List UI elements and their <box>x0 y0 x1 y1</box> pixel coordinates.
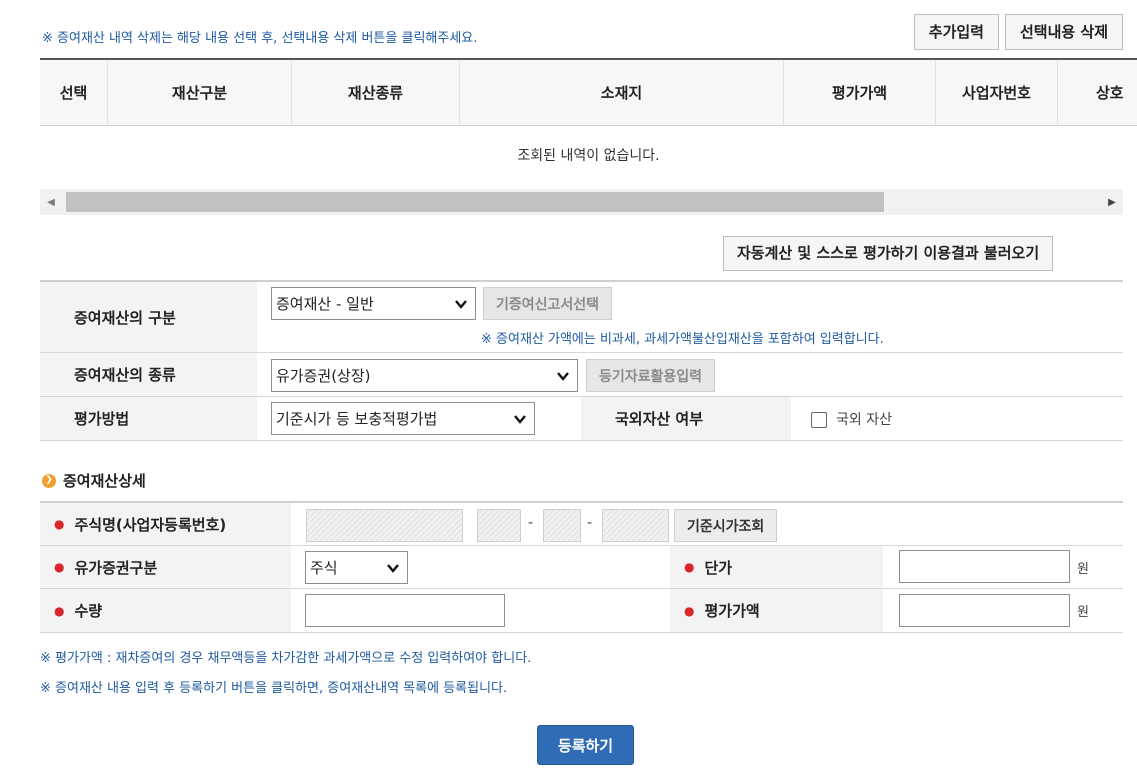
column-header-location: 소재지 <box>460 60 784 125</box>
business-no-part3-input <box>602 509 669 542</box>
required-asterisk-icon: ● <box>54 517 65 531</box>
add-entry-button[interactable]: 추가입력 <box>913 14 999 50</box>
quantity-label-cell: ● 수량 <box>40 589 291 632</box>
eval-amount-label: 평가가액 <box>704 602 760 620</box>
gift-asset-class-select[interactable]: 증여재산 - 일반 <box>271 287 476 320</box>
delete-selected-button[interactable]: 선택내용 삭제 <box>1004 14 1123 50</box>
eval-amount-won-unit: 원 <box>1077 605 1089 620</box>
business-no-dash-2: - <box>587 515 593 531</box>
stock-name-label: 주식명(사업자등록번호) <box>74 515 227 534</box>
gift-asset-class-label: 증여재산의 구분 <box>40 282 257 352</box>
register-footnote: ※ 증여재산 내용 입력 후 등록하기 버튼을 클릭하면, 증여재산내역 목록에… <box>40 681 508 696</box>
gift-asset-detail-title: ❯ 증여재산상세 <box>42 470 146 491</box>
required-asterisk-icon: ● <box>684 603 695 618</box>
eval-amount-input[interactable] <box>899 594 1070 627</box>
security-type-select[interactable]: 주식 <box>305 551 408 584</box>
overseas-asset-checkbox-label: 국외 자산 <box>836 412 892 428</box>
business-no-part1-input <box>477 509 521 542</box>
column-header-company-name: 상호 <box>1058 60 1137 125</box>
register-button[interactable]: 등록하기 <box>537 725 634 765</box>
eval-amount-footnote: ※ 평가가액 : 재차증여의 경우 채무액등을 차가감한 과세가액으로 수정 입… <box>40 651 532 666</box>
column-header-eval-amount: 평가가액 <box>784 60 936 125</box>
gift-asset-class-row: 증여재산의 구분 증여재산 - 일반 기증여신고서선택 ※ 증여재산 가액에는 … <box>40 280 1123 353</box>
required-asterisk-icon: ● <box>684 560 695 574</box>
grid-horizontal-scrollbar[interactable]: ◀ ▶ <box>40 189 1123 215</box>
grid-empty-message: 조회된 내역이 없습니다. <box>517 148 660 164</box>
unit-price-label-cell: ● 단가 <box>670 546 883 588</box>
column-header-asset-kind: 재산종류 <box>292 60 460 125</box>
standard-price-lookup-button[interactable]: 기준시가조회 <box>674 509 778 542</box>
scroll-left-arrow-icon[interactable]: ◀ <box>40 189 62 215</box>
quantity-input[interactable] <box>305 594 505 627</box>
eval-method-label: 평가방법 <box>40 397 257 440</box>
scrollbar-thumb[interactable] <box>66 192 884 212</box>
stock-name-label-cell: ● 주식명(사업자등록번호) <box>40 503 291 545</box>
business-no-dash-1: - <box>528 515 534 531</box>
registry-data-input-button[interactable]: 등기자료활용입력 <box>586 359 716 392</box>
gift-value-inclusion-note: ※ 증여재산 가액에는 비과세, 과세가액불산입재산을 포함하여 입력합니다. <box>481 332 884 347</box>
eval-method-row: 평가방법 기준시가 등 보충적평가법 국외자산 여부 <box>40 397 1123 441</box>
security-type-row: ● 유가증권구분 주식 ● 단가 원 <box>40 546 1123 589</box>
gift-asset-kind-select-wrap[interactable]: 유가증권(상장) <box>271 359 578 392</box>
overseas-asset-label: 국외자산 여부 <box>581 397 791 440</box>
scroll-right-arrow-icon[interactable]: ▶ <box>1101 189 1123 215</box>
unit-price-won-unit: 원 <box>1077 562 1089 577</box>
required-asterisk-icon: ● <box>54 603 65 618</box>
security-type-label: 유가증권구분 <box>74 558 158 577</box>
column-header-select: 선택 <box>40 60 108 125</box>
delete-instruction-note: ※ 증여재산 내역 삭제는 해당 내용 선택 후, 선택내용 삭제 버튼을 클릭… <box>42 31 478 46</box>
required-asterisk-icon: ● <box>54 560 65 574</box>
gift-asset-kind-label: 증여재산의 종류 <box>40 353 257 396</box>
quantity-row: ● 수량 ● 평가가액 원 <box>40 589 1123 633</box>
business-no-part2-input <box>543 509 581 542</box>
security-type-label-cell: ● 유가증권구분 <box>40 546 291 588</box>
overseas-asset-checkbox[interactable] <box>811 412 827 428</box>
gift-asset-detail-title-text: 증여재산상세 <box>63 472 146 490</box>
bullet-circle-icon: ❯ <box>42 473 56 488</box>
unit-price-label: 단가 <box>704 558 733 577</box>
gift-asset-class-select-wrap[interactable]: 증여재산 - 일반 <box>271 287 476 320</box>
quantity-label: 수량 <box>74 602 103 620</box>
unit-price-input[interactable] <box>899 550 1070 583</box>
stock-name-input <box>306 509 463 542</box>
column-header-asset-class: 재산구분 <box>108 60 292 125</box>
gift-asset-kind-select[interactable]: 유가증권(상장) <box>271 359 578 392</box>
load-auto-calc-results-button[interactable]: 자동계산 및 스스로 평가하기 이용결과 불러오기 <box>723 236 1054 271</box>
column-header-business-no: 사업자번호 <box>936 60 1058 125</box>
eval-method-select-wrap[interactable]: 기준시가 등 보충적평가법 <box>271 402 535 435</box>
security-type-select-wrap[interactable]: 주식 <box>305 551 408 584</box>
grid-toolbar: 추가입력 선택내용 삭제 <box>913 14 1123 50</box>
eval-method-select[interactable]: 기준시가 등 보충적평가법 <box>271 402 535 435</box>
asset-grid-header: 선택 재산구분 재산종류 소재지 평가가액 사업자번호 상호 <box>40 58 1137 126</box>
prior-gift-report-select-button[interactable]: 기증여신고서선택 <box>483 287 613 320</box>
stock-name-row: ● 주식명(사업자등록번호) - - 기준시가조회 <box>40 501 1123 546</box>
eval-amount-label-cell: ● 평가가액 <box>670 589 883 632</box>
gift-asset-kind-row: 증여재산의 종류 유가증권(상장) 등기자료활용입력 <box>40 353 1123 397</box>
